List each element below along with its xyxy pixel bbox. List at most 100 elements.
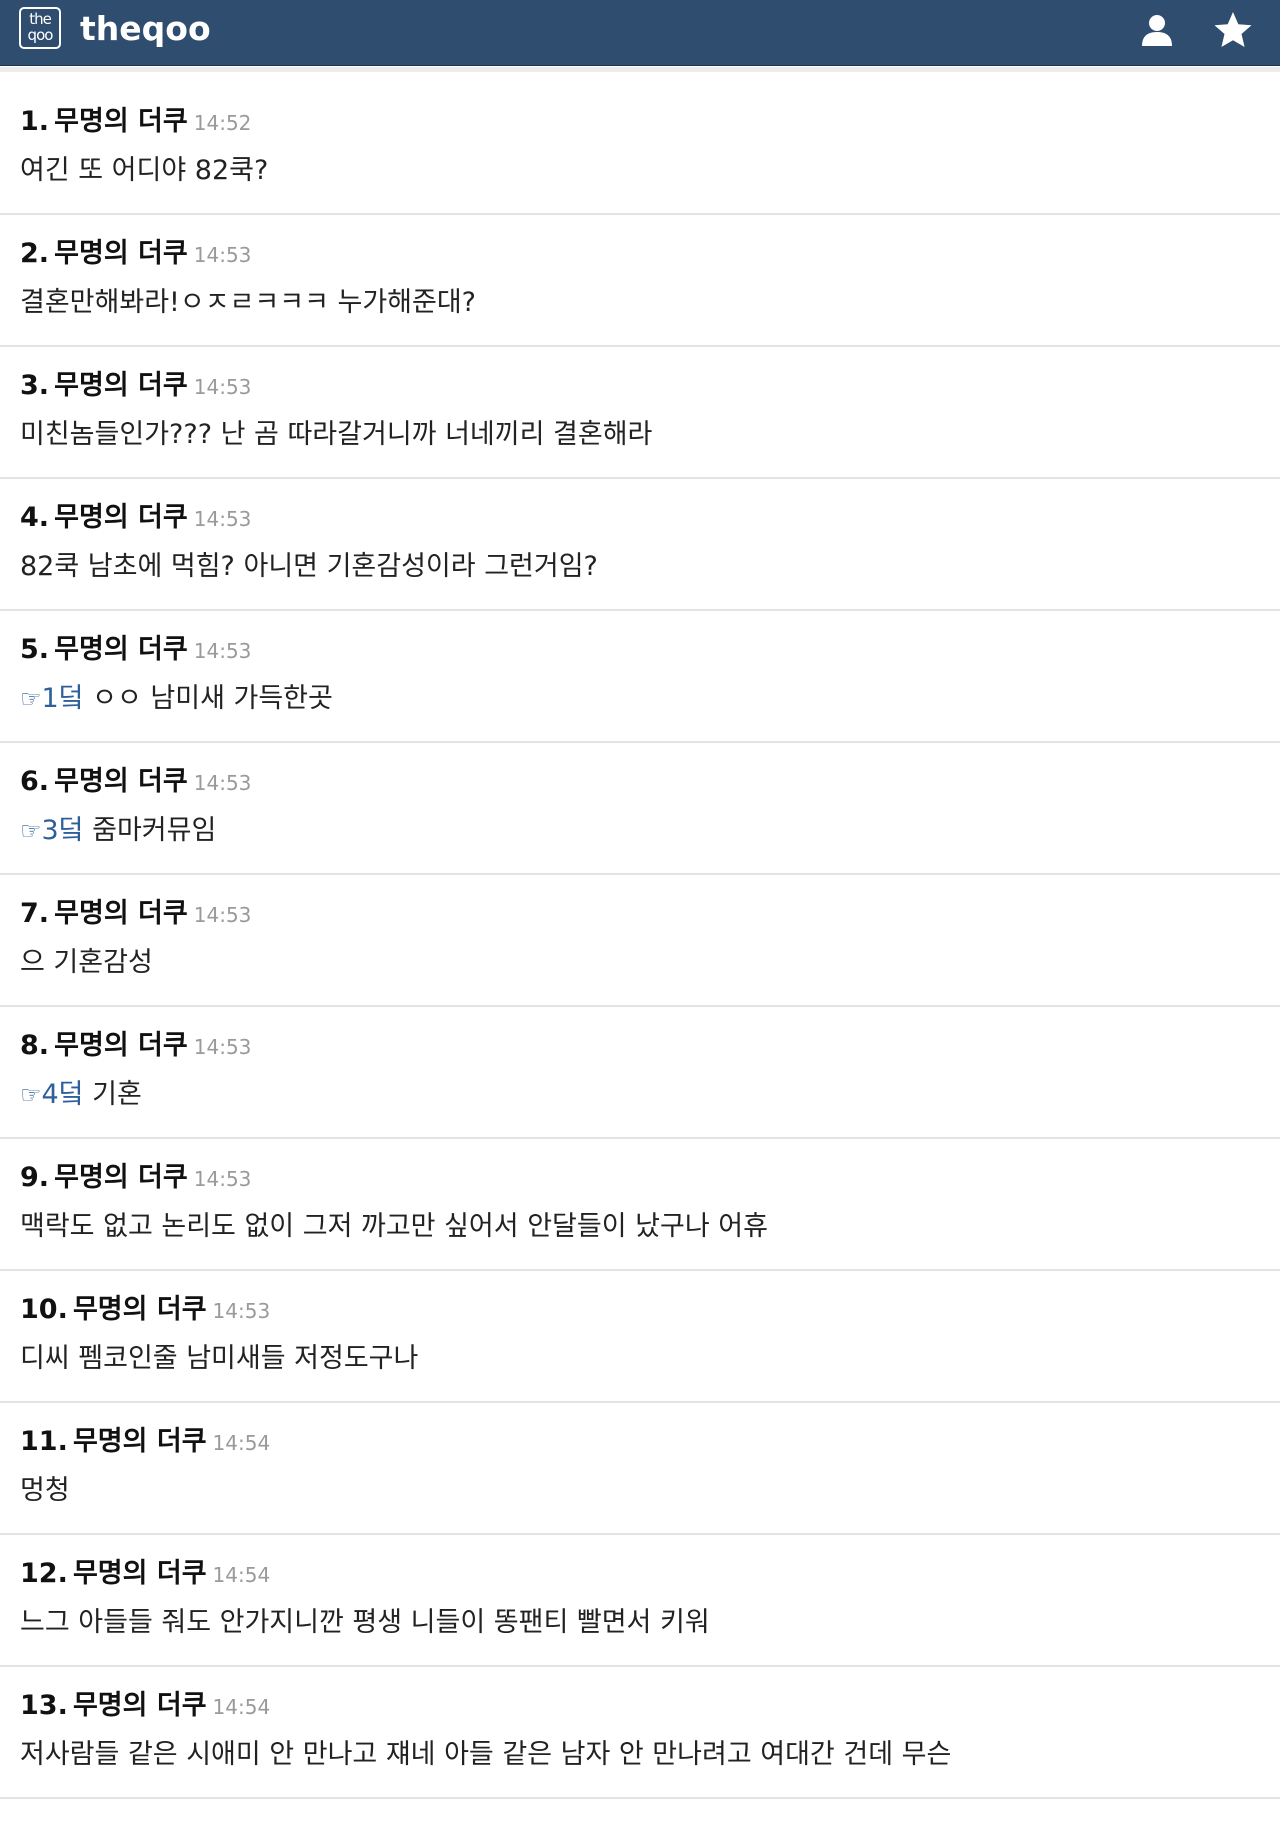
comment-author: 무명의 더쿠 [54,106,188,137]
logo-text-bottom: qoo [27,26,54,44]
comment-number[interactable]: 10. [20,1294,68,1325]
pointing-hand-icon: ☞ [20,817,42,845]
comment-item: 12. 무명의 더쿠 14:54 느그 아들들 줘도 안가지니깐 평생 니들이 똥팬… [0,1535,1280,1667]
comment-text: 으 기혼감성 [20,947,153,978]
comment-item: 8. 무명의 더쿠 14:53 ☞4덬 기혼 [0,1007,1280,1139]
comment-author: 무명의 더쿠 [72,1294,207,1325]
comment-time: 14:52 [193,111,252,135]
comment-body: ☞1덬 ㅇㅇ 남미새 가득한곳 [20,679,333,719]
comment-number[interactable]: 1. [20,106,49,137]
comment-header: 1. 무명의 더쿠 14:52 [20,105,251,139]
comment-time: 14:53 [193,1035,252,1059]
comment-text: 저사람들 같은 시애미 안 만나고 쟤네 아들 같은 남자 안 만나려고 여대간… [20,1739,952,1770]
comment-text: 기혼 [83,1079,142,1110]
comment-author: 무명의 더쿠 [54,898,188,929]
comment-text: 줌마커뮤임 [83,815,217,846]
reply-reference-label: 4덬 [41,1079,84,1110]
reply-reference-label: 3덬 [41,815,84,846]
comment-author: 무명의 더쿠 [54,1162,188,1193]
comment-author: 무명의 더쿠 [54,502,188,533]
comment-header: 3. 무명의 더쿠 14:53 [20,369,251,403]
comment-item: 7. 무명의 더쿠 14:53 으 기혼감성 [0,875,1280,1007]
comment-number[interactable]: 2. [20,238,49,269]
comment-body: 느그 아들들 줘도 안가지니깐 평생 니들이 똥팬티 빨면서 키워 [20,1603,710,1643]
comment-time: 14:54 [212,1563,271,1587]
comment-number[interactable]: 3. [20,370,49,401]
pointing-hand-icon: ☞ [20,1081,42,1109]
comment-body: 미친놈들인가??? 난 곰 따라갈거니까 너네끼리 결혼해라 [20,415,652,455]
comment-time: 14:53 [193,243,252,267]
comment-header: 13. 무명의 더쿠 14:54 [20,1689,270,1723]
reply-reference-link[interactable]: ☞4덬 [20,1079,84,1110]
reply-reference-link[interactable]: ☞1덬 [20,683,84,714]
comment-body: 82쿡 남초에 먹힘? 아니면 기혼감성이라 그런거임? [20,547,598,587]
comment-item: 2. 무명의 더쿠 14:53 결혼만해봐라!ㅇㅈㄹㅋㅋㅋ 누가해준대? [0,215,1280,347]
comment-body: 으 기혼감성 [20,943,153,983]
comment-header: 5. 무명의 더쿠 14:53 [20,633,251,667]
comment-time: 14:53 [193,1167,252,1191]
comment-number[interactable]: 11. [20,1426,68,1457]
comment-header: 12. 무명의 더쿠 14:54 [20,1557,270,1591]
comment-number[interactable]: 5. [20,634,49,665]
comment-author: 무명의 더쿠 [54,634,188,665]
site-name[interactable]: theqoo [80,10,211,48]
comment-header: 11. 무명의 더쿠 14:54 [20,1425,270,1459]
comment-time: 14:53 [193,639,252,663]
comment-author: 무명의 더쿠 [54,370,188,401]
comment-time: 14:53 [193,771,252,795]
reply-reference-link[interactable]: ☞3덬 [20,815,84,846]
comment-header: 2. 무명의 더쿠 14:53 [20,237,251,271]
comment-header: 7. 무명의 더쿠 14:53 [20,897,251,931]
top-navigation-bar: the qoo theqoo [0,0,1280,66]
comment-time: 14:53 [193,903,252,927]
comment-number[interactable]: 7. [20,898,49,929]
comment-item: 13. 무명의 더쿠 14:54 저사람들 같은 시애미 안 만나고 쟤네 아들 같… [0,1667,1280,1799]
comment-text: 맥락도 없고 논리도 없이 그저 까고만 싶어서 안달들이 났구나 어휴 [20,1211,768,1242]
pointing-hand-icon: ☞ [20,685,42,713]
comment-author: 무명의 더쿠 [72,1558,207,1589]
reply-reference-label: 1덬 [41,683,84,714]
comment-number[interactable]: 9. [20,1162,49,1193]
comment-item: 11. 무명의 더쿠 14:54 멍청 [0,1403,1280,1535]
comment-time: 14:54 [212,1431,271,1455]
comment-body: ☞3덬 줌마커뮤임 [20,811,216,851]
comment-item: 1. 무명의 더쿠 14:52 여긴 또 어디야 82쿡? [0,83,1280,215]
comment-item: 6. 무명의 더쿠 14:53 ☞3덬 줌마커뮤임 [0,743,1280,875]
comment-item: 9. 무명의 더쿠 14:53 맥락도 없고 논리도 없이 그저 까고만 싶어서 안… [0,1139,1280,1271]
comment-list: 1. 무명의 더쿠 14:52 여긴 또 어디야 82쿡? 2. 무명의 더쿠 14:5… [0,83,1280,1799]
comment-item: 3. 무명의 더쿠 14:53 미친놈들인가??? 난 곰 따라갈거니까 너네끼리 … [0,347,1280,479]
comment-author: 무명의 더쿠 [72,1426,207,1457]
comment-number[interactable]: 12. [20,1558,68,1589]
comment-body: 멍청 [20,1471,70,1511]
comment-time: 14:53 [193,507,252,531]
comment-item: 10. 무명의 더쿠 14:53 디씨 펨코인줄 남미새들 저정도구나 [0,1271,1280,1403]
logo-text-top: the [29,10,52,28]
comment-text: 느그 아들들 줘도 안가지니깐 평생 니들이 똥팬티 빨면서 키워 [20,1607,710,1638]
comment-number[interactable]: 4. [20,502,49,533]
comment-header: 6. 무명의 더쿠 14:53 [20,765,251,799]
comment-author: 무명의 더쿠 [54,766,188,797]
comment-header: 8. 무명의 더쿠 14:53 [20,1029,251,1063]
user-icon[interactable] [1139,12,1175,48]
comment-number[interactable]: 8. [20,1030,49,1061]
site-logo[interactable]: the qoo [19,7,61,49]
comment-body: 디씨 펨코인줄 남미새들 저정도구나 [20,1339,418,1379]
comment-text: 82쿡 남초에 먹힘? 아니면 기혼감성이라 그런거임? [20,551,598,582]
star-icon[interactable] [1213,10,1253,50]
comment-body: 맥락도 없고 논리도 없이 그저 까고만 싶어서 안달들이 났구나 어휴 [20,1207,768,1247]
comment-number[interactable]: 6. [20,766,49,797]
comment-time: 14:54 [212,1695,271,1719]
comment-text: ㅇㅇ 남미새 가득한곳 [83,683,333,714]
comment-author: 무명의 더쿠 [54,238,188,269]
comment-time: 14:53 [193,375,252,399]
comment-header: 9. 무명의 더쿠 14:53 [20,1161,251,1195]
comment-time: 14:53 [212,1299,271,1323]
comment-text: 결혼만해봐라!ㅇㅈㄹㅋㅋㅋ 누가해준대? [20,287,477,318]
comment-header: 4. 무명의 더쿠 14:53 [20,501,251,535]
header-divider [0,67,1280,83]
comment-body: 여긴 또 어디야 82쿡? [20,151,268,191]
comment-text: 멍청 [20,1475,70,1506]
comment-author: 무명의 더쿠 [54,1030,188,1061]
comment-body: 저사람들 같은 시애미 안 만나고 쟤네 아들 같은 남자 안 만나려고 여대간… [20,1735,951,1775]
comment-number[interactable]: 13. [20,1690,68,1721]
